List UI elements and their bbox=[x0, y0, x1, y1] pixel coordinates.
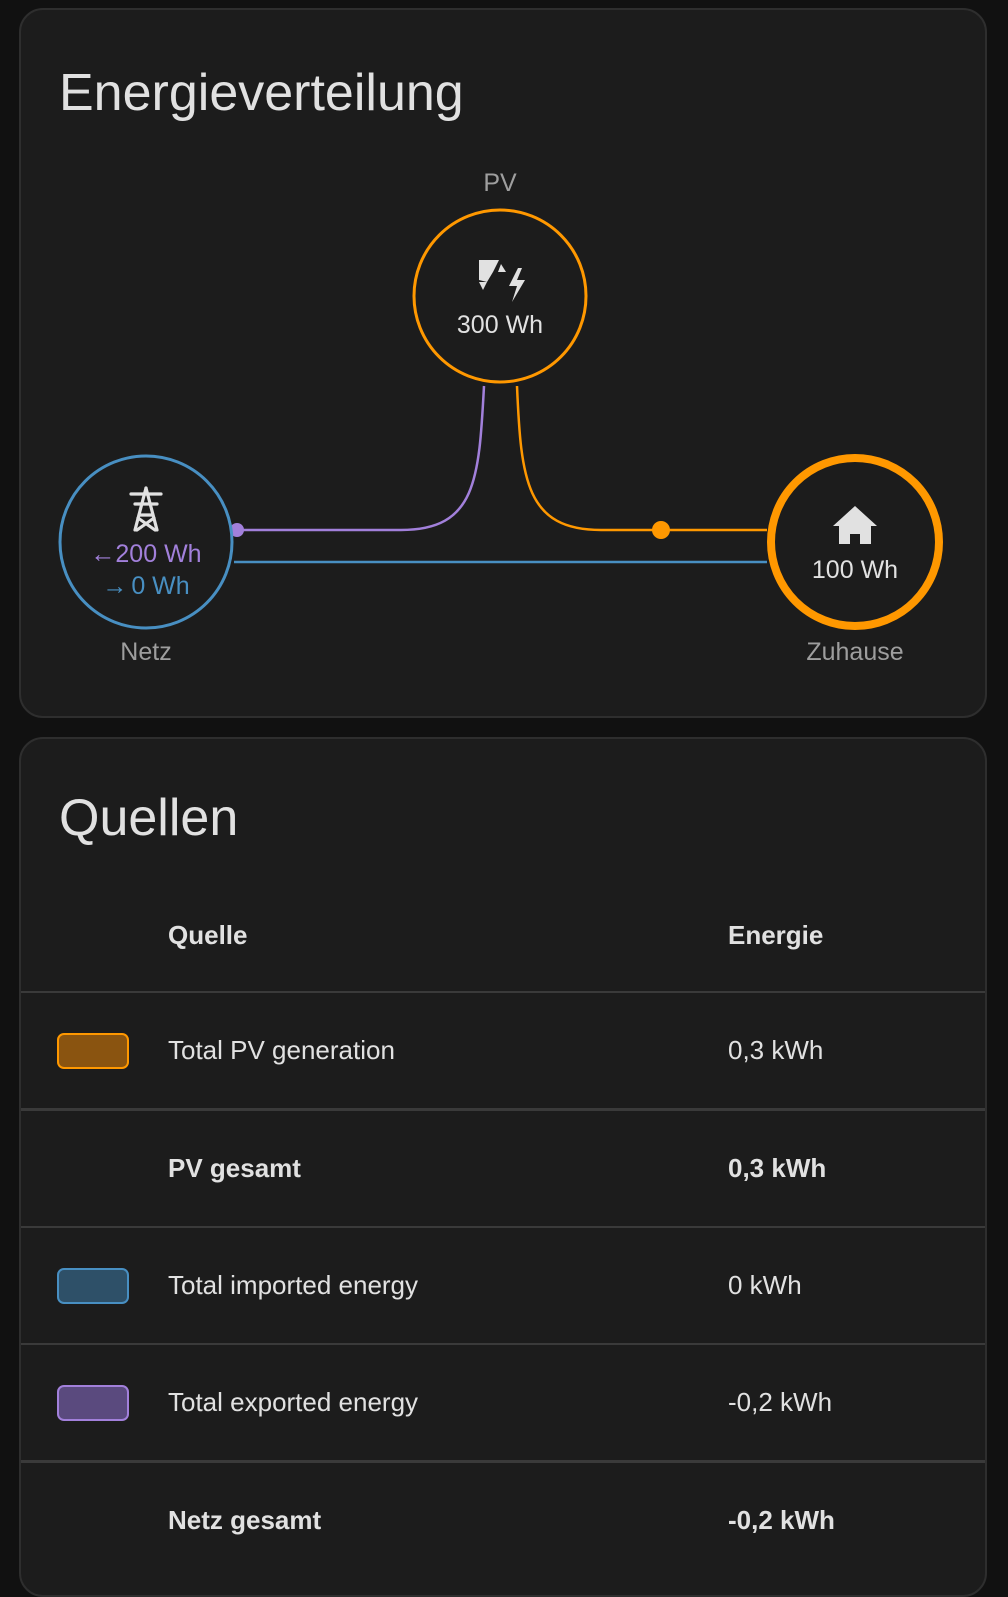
grid-label: Netz bbox=[120, 638, 171, 666]
energy-distribution-card: Energieverteilung PV 300 Wh ←200 Wh → 0 … bbox=[19, 8, 987, 718]
pv-to-grid-line bbox=[237, 385, 486, 532]
row-value: -0,2 kWh bbox=[728, 1460, 985, 1578]
pv-node[interactable]: PV 300 Wh bbox=[412, 169, 588, 384]
row-value: 0 kWh bbox=[728, 1226, 985, 1344]
sources-card: Quellen Quelle Energie Total PV generati… bbox=[19, 737, 987, 1597]
table-row: Total imported energy 0 kWh bbox=[21, 1226, 985, 1344]
row-value: 0,3 kWh bbox=[728, 1108, 985, 1227]
table-row: Total exported energy -0,2 kWh bbox=[21, 1343, 985, 1462]
pv-to-home-line bbox=[515, 385, 767, 532]
card-title: Quellen bbox=[59, 789, 239, 847]
pv-color-swatch bbox=[57, 1032, 129, 1069]
grid-node[interactable]: ←200 Wh → 0 Wh Netz bbox=[58, 454, 234, 666]
grid-import-value: 200 Wh bbox=[115, 540, 201, 568]
export-color-swatch bbox=[57, 1384, 129, 1421]
table-header-row: Quelle Energie bbox=[21, 879, 985, 992]
home-value: 100 Wh bbox=[812, 556, 898, 584]
row-value: 0,3 kWh bbox=[728, 991, 985, 1110]
row-label: Total imported energy bbox=[168, 1226, 728, 1344]
column-header-source: Quelle bbox=[168, 919, 248, 950]
flow-dot-home bbox=[652, 521, 670, 539]
row-label: PV gesamt bbox=[168, 1108, 728, 1227]
row-label: Netz gesamt bbox=[168, 1460, 728, 1578]
table-row: Total PV generation 0,3 kWh bbox=[21, 991, 985, 1110]
row-label: Total exported energy bbox=[168, 1343, 728, 1462]
pv-value: 300 Wh bbox=[457, 311, 543, 339]
column-header-energy: Energie bbox=[728, 919, 824, 950]
import-arrow-icon: ← bbox=[90, 540, 115, 568]
table-row-total: PV gesamt 0,3 kWh bbox=[21, 1108, 985, 1227]
home-circle bbox=[767, 454, 943, 630]
energy-flow-diagram: PV 300 Wh ←200 Wh → 0 Wh Netz 100 Wh Zuh… bbox=[58, 169, 943, 666]
home-label: Zuhause bbox=[806, 638, 903, 666]
pv-circle bbox=[412, 208, 588, 384]
row-label: Total PV generation bbox=[168, 991, 728, 1110]
import-color-swatch bbox=[57, 1267, 129, 1304]
pv-label: PV bbox=[483, 169, 517, 197]
home-node[interactable]: 100 Wh Zuhause bbox=[767, 454, 943, 666]
export-arrow-icon: → bbox=[102, 572, 127, 600]
row-value: -0,2 kWh bbox=[728, 1343, 985, 1462]
grid-export-value: 0 Wh bbox=[131, 572, 189, 600]
sources-table: Quelle Energie Total PV generation 0,3 k… bbox=[21, 879, 985, 1578]
grid-import-line: ←200 Wh bbox=[90, 540, 201, 568]
grid-export-line: → 0 Wh bbox=[102, 572, 189, 600]
table-row-total: Netz gesamt -0,2 kWh bbox=[21, 1460, 985, 1578]
